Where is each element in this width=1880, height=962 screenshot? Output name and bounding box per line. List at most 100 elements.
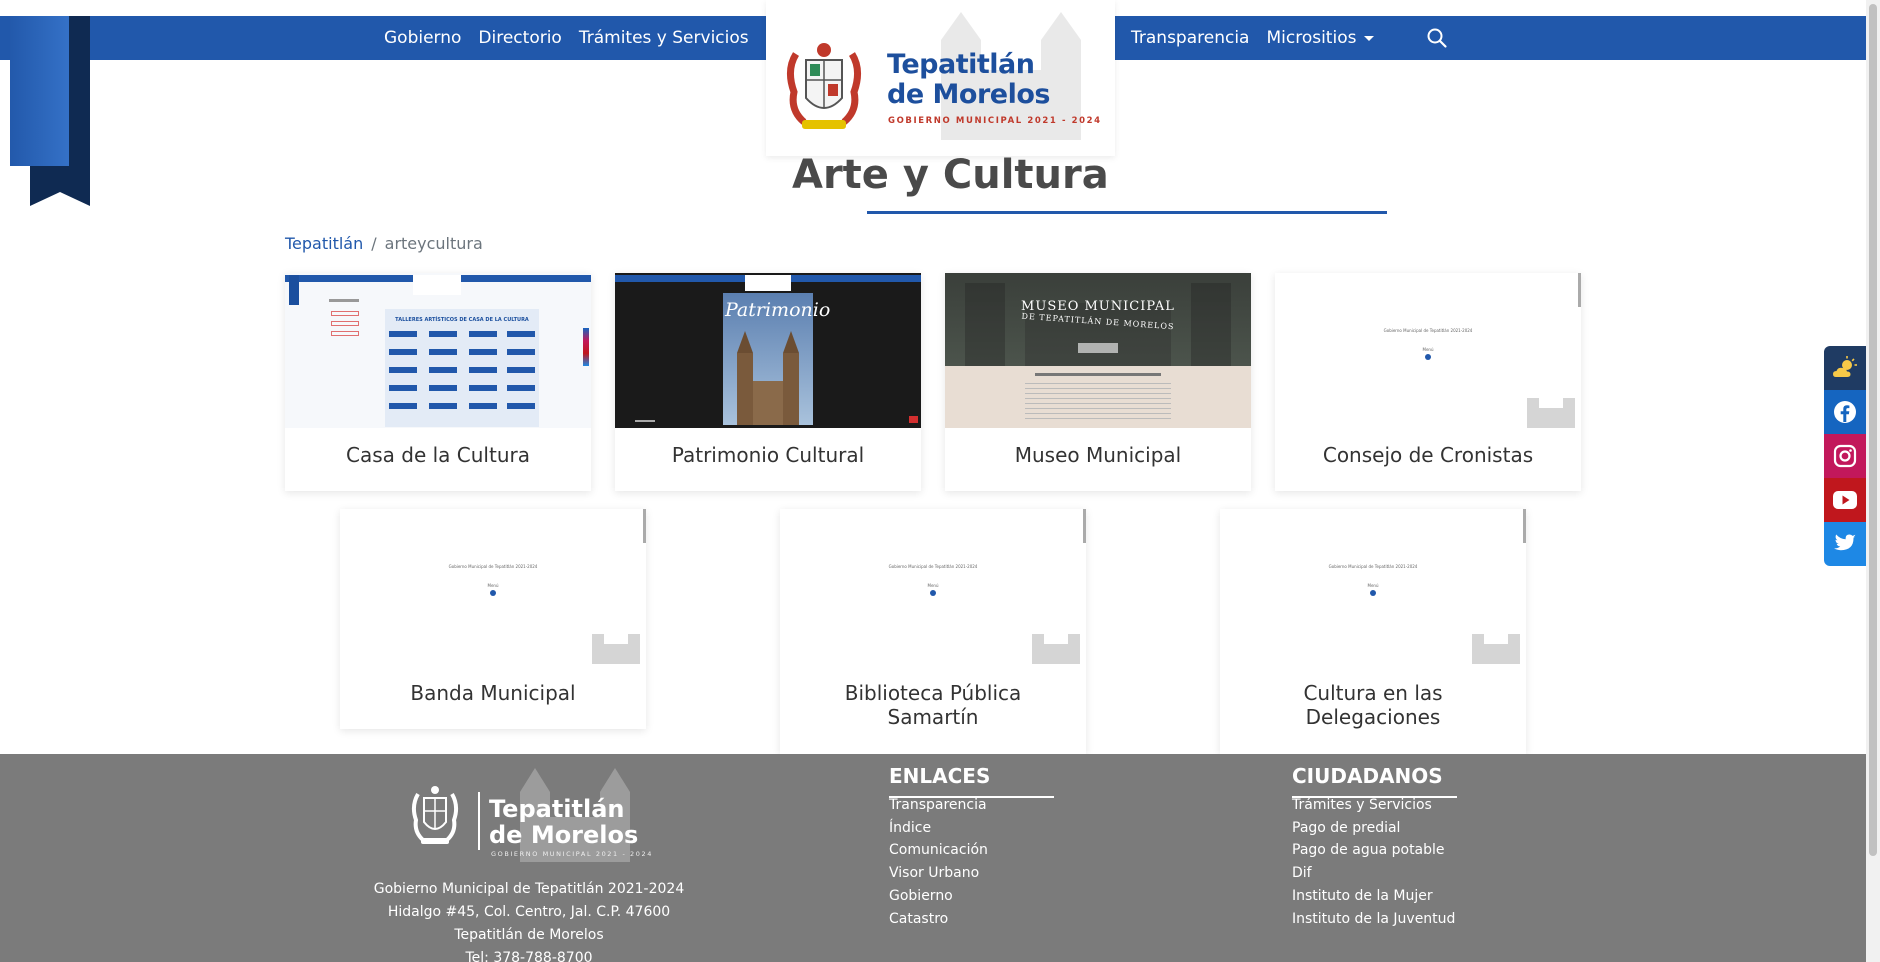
footer-link[interactable]: Instituto de la Mujer <box>1292 885 1455 908</box>
social-sidebar <box>1824 346 1866 566</box>
footer-logo-subtitle: GOBIERNO MUNICIPAL 2021 - 2024 <box>491 850 653 858</box>
footer-link[interactable]: Instituto de la Juventud <box>1292 908 1455 931</box>
thumb-menu: Menú <box>487 583 499 588</box>
footer-logo-line-1: Tepatitlán <box>489 795 625 823</box>
coat-of-arms-icon <box>787 43 861 129</box>
card-biblioteca-publica-samartin[interactable]: Gobierno Municipal de Tepatitlán 2021-20… <box>780 509 1086 754</box>
thumb-caption: Gobierno Municipal de Tepatitlán 2021-20… <box>1383 328 1473 333</box>
instagram-icon <box>1833 444 1857 468</box>
footer-heading-rule <box>889 796 1054 798</box>
card-consejo-de-cronistas[interactable]: Gobierno Municipal de Tepatitlán 2021-20… <box>1275 273 1581 491</box>
card-patrimonio-cultural[interactable]: Patrimonio Patrimonio Cultural <box>615 273 921 491</box>
footer-link[interactable]: Catastro <box>889 908 990 931</box>
nav-left-group: Gobierno Directorio Trámites y Servicios <box>384 16 766 60</box>
footer-address: Gobierno Municipal de Tepatitlán 2021-20… <box>330 878 728 962</box>
breadcrumb-current: arteycultura <box>384 234 483 253</box>
nav-transparencia[interactable]: Transparencia <box>1131 28 1249 48</box>
nav-micrositios-label: Micrositios <box>1266 28 1357 48</box>
chevron-down-icon <box>1364 35 1375 41</box>
nav-directorio[interactable]: Directorio <box>478 28 561 48</box>
title-underline <box>867 211 1387 214</box>
ribbon-bookmark-icon <box>10 16 90 206</box>
footer-link[interactable]: Gobierno <box>889 885 990 908</box>
blank-page-screenshot: Gobierno Municipal de Tepatitlán 2021-20… <box>340 509 646 664</box>
patrimonio-screenshot: Patrimonio <box>615 273 921 428</box>
twitter-button[interactable] <box>1824 522 1866 566</box>
facebook-button[interactable] <box>1824 390 1866 434</box>
casa-thumb-title: TALLERES ARTÍSTICOS DE CASA DE LA CULTUR… <box>395 317 529 323</box>
footer-enlaces-column: ENLACES Transparencia Índice Comunicació… <box>889 764 1054 931</box>
cathedral-icon <box>737 331 799 425</box>
site-logo[interactable]: Tepatitlán de Morelos GOBIERNO MUNICIPAL… <box>766 0 1115 156</box>
logo-line-2: de Morelos <box>887 79 1050 110</box>
card-label: Museo Municipal <box>1014 443 1182 467</box>
thumb-menu: Menú <box>1367 583 1379 588</box>
nav-gobierno[interactable]: Gobierno <box>384 28 461 48</box>
instagram-button[interactable] <box>1824 434 1866 478</box>
thumb-caption: Gobierno Municipal de Tepatitlán 2021-20… <box>1328 564 1418 569</box>
weather-icon <box>1833 356 1857 377</box>
footer-enlaces-title: ENLACES <box>889 764 991 788</box>
footer-link[interactable]: Dif <box>1292 862 1455 885</box>
thumb-caption: Gobierno Municipal de Tepatitlán 2021-20… <box>448 564 538 569</box>
address-line: Tepatitlán de Morelos <box>454 927 604 943</box>
twitter-icon <box>1834 534 1856 551</box>
footer-logo-wordmark: Tepatitlán de Morelos <box>489 796 638 848</box>
thumb-menu: Menú <box>1422 347 1434 352</box>
logo-line-1: Tepatitlán <box>887 49 1035 80</box>
footer-link[interactable]: Pago de agua potable <box>1292 839 1455 862</box>
footer-link[interactable]: Visor Urbano <box>889 862 990 885</box>
page-title: Arte y Cultura <box>792 152 1109 198</box>
logo-subtitle: GOBIERNO MUNICIPAL 2021 - 2024 <box>888 116 1102 126</box>
card-casa-de-la-cultura[interactable]: TALLERES ARTÍSTICOS DE CASA DE LA CULTUR… <box>285 273 591 491</box>
footer-logo-line-2: de Morelos <box>489 821 639 849</box>
blank-page-screenshot: Gobierno Municipal de Tepatitlán 2021-20… <box>1275 273 1581 428</box>
youtube-button[interactable] <box>1824 478 1866 522</box>
breadcrumb: Tepatitlán / arteycultura <box>285 234 483 253</box>
card-label: Biblioteca Pública Samartín <box>844 681 1022 729</box>
card-label: Cultura en las Delegaciones <box>1303 681 1443 729</box>
patrimonio-thumb-title: Patrimonio <box>725 299 831 321</box>
blank-page-screenshot: Gobierno Municipal de Tepatitlán 2021-20… <box>780 509 1086 664</box>
casa-thumb-grid <box>389 331 535 409</box>
card-banda-municipal[interactable]: Gobierno Municipal de Tepatitlán 2021-20… <box>340 509 646 729</box>
nav-right-group: Transparencia Micrositios <box>1131 16 1391 60</box>
card-museo-municipal[interactable]: MUSEO MUNICIPAL DE TEPATITLÁN DE MORELOS… <box>945 273 1251 491</box>
thumb-menu: Menú <box>927 583 939 588</box>
page-scrollbar[interactable] <box>1866 0 1880 962</box>
museo-screenshot: MUSEO MUNICIPAL DE TEPATITLÁN DE MORELOS <box>945 273 1251 428</box>
youtube-icon <box>1833 491 1857 509</box>
search-icon[interactable] <box>1426 27 1448 49</box>
weather-button[interactable] <box>1824 346 1866 390</box>
footer-link[interactable]: Índice <box>889 817 990 840</box>
nav-tramites[interactable]: Trámites y Servicios <box>579 28 749 48</box>
footer-ciudadanos-title: CIUDADANOS <box>1292 764 1443 788</box>
footer-ciudadanos-column: CIUDADANOS Trámites y Servicios Pago de … <box>1292 764 1457 931</box>
scrollbar-thumb[interactable] <box>1869 4 1877 856</box>
card-label: Banda Municipal <box>410 681 576 705</box>
card-cultura-en-las-delegaciones[interactable]: Gobierno Municipal de Tepatitlán 2021-20… <box>1220 509 1526 754</box>
church-watermark-icon <box>592 634 640 664</box>
church-watermark-icon <box>1527 398 1575 428</box>
address-line: Tel: 378-788-8700 <box>465 950 593 962</box>
card-label: Casa de la Cultura <box>346 443 530 467</box>
breadcrumb-home-link[interactable]: Tepatitlán <box>285 234 363 253</box>
casa-cultura-screenshot: TALLERES ARTÍSTICOS DE CASA DE LA CULTUR… <box>285 273 591 428</box>
card-label: Patrimonio Cultural <box>671 443 865 467</box>
address-line: Gobierno Municipal de Tepatitlán 2021-20… <box>373 881 685 897</box>
blank-page-screenshot: Gobierno Municipal de Tepatitlán 2021-20… <box>1220 509 1526 664</box>
footer-coat-of-arms-icon <box>411 786 459 844</box>
card-label: Consejo de Cronistas <box>1322 443 1534 467</box>
nav-micrositios-dropdown[interactable]: Micrositios <box>1266 28 1375 48</box>
footer-link[interactable]: Comunicación <box>889 839 990 862</box>
footer-link[interactable]: Pago de predial <box>1292 817 1455 840</box>
footer-heading-rule <box>1292 796 1457 798</box>
address-line: Hidalgo #45, Col. Centro, Jal. C.P. 4760… <box>387 904 671 920</box>
facebook-icon <box>1834 401 1856 423</box>
thumb-caption: Gobierno Municipal de Tepatitlán 2021-20… <box>888 564 978 569</box>
church-watermark-icon <box>1032 634 1080 664</box>
logo-wordmark: Tepatitlán de Morelos <box>887 50 1050 110</box>
breadcrumb-separator: / <box>371 234 377 253</box>
church-watermark-icon <box>1472 634 1520 664</box>
footer: Tepatitlán de Morelos GOBIERNO MUNICIPAL… <box>0 754 1866 962</box>
